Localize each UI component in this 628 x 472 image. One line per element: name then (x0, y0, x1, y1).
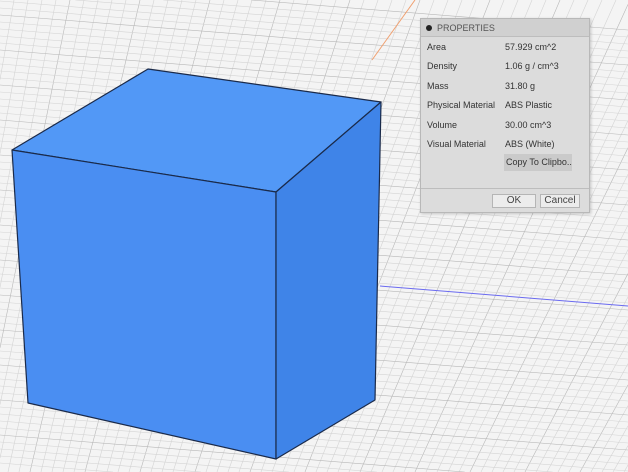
grid-line (0, 455, 201, 472)
property-label: Density (427, 61, 458, 72)
property-label: Physical Material (427, 100, 496, 111)
grid-line (0, 462, 114, 472)
cube-front-face[interactable] (11, 149, 277, 460)
property-value: ABS (White) (505, 139, 555, 150)
collapse-icon[interactable] (426, 24, 432, 31)
grid-line (502, 225, 628, 472)
property-row: Visual Material ABS (White) (421, 135, 589, 155)
property-row: Density 1.06 g / cm^3 (421, 57, 589, 77)
properties-dialog: PROPERTIES Area 57.929 cm^2 Density 1.06 g … (420, 18, 590, 213)
property-value: ABS Plastic (505, 100, 553, 111)
ok-button[interactable]: OK (492, 194, 536, 208)
grid-line (590, 405, 628, 472)
y-axis-line (371, 0, 416, 61)
property-row: Volume 30.00 cm^3 (421, 115, 589, 135)
property-label: Mass (427, 80, 449, 91)
property-list: Area 57.929 cm^2 Density 1.06 g / cm^3 Mass 3… (421, 37, 589, 154)
property-value: 57.929 cm^2 (505, 41, 557, 52)
property-value: 31.80 g (505, 80, 536, 91)
property-value: 30.00 cm^3 (505, 119, 552, 130)
dialog-footer: OK Cancel (421, 188, 589, 212)
dialog-title: PROPERTIES (437, 22, 495, 33)
property-row: Physical Material ABS Plastic (421, 96, 589, 116)
property-label: Area (427, 41, 447, 52)
cancel-button[interactable]: Cancel (540, 194, 580, 208)
property-row: Mass 31.80 g (421, 76, 589, 96)
dialog-header: PROPERTIES (421, 19, 589, 37)
copy-to-clipboard-button[interactable]: Copy To Clipbo... (504, 154, 572, 171)
grid-line (0, 0, 15, 80)
property-value: 1.06 g / cm^3 (505, 61, 559, 72)
cube-body[interactable] (11, 68, 382, 460)
property-label: Volume (427, 119, 458, 130)
property-label: Visual Material (427, 139, 486, 150)
property-row: Area 57.929 cm^2 (421, 37, 589, 57)
